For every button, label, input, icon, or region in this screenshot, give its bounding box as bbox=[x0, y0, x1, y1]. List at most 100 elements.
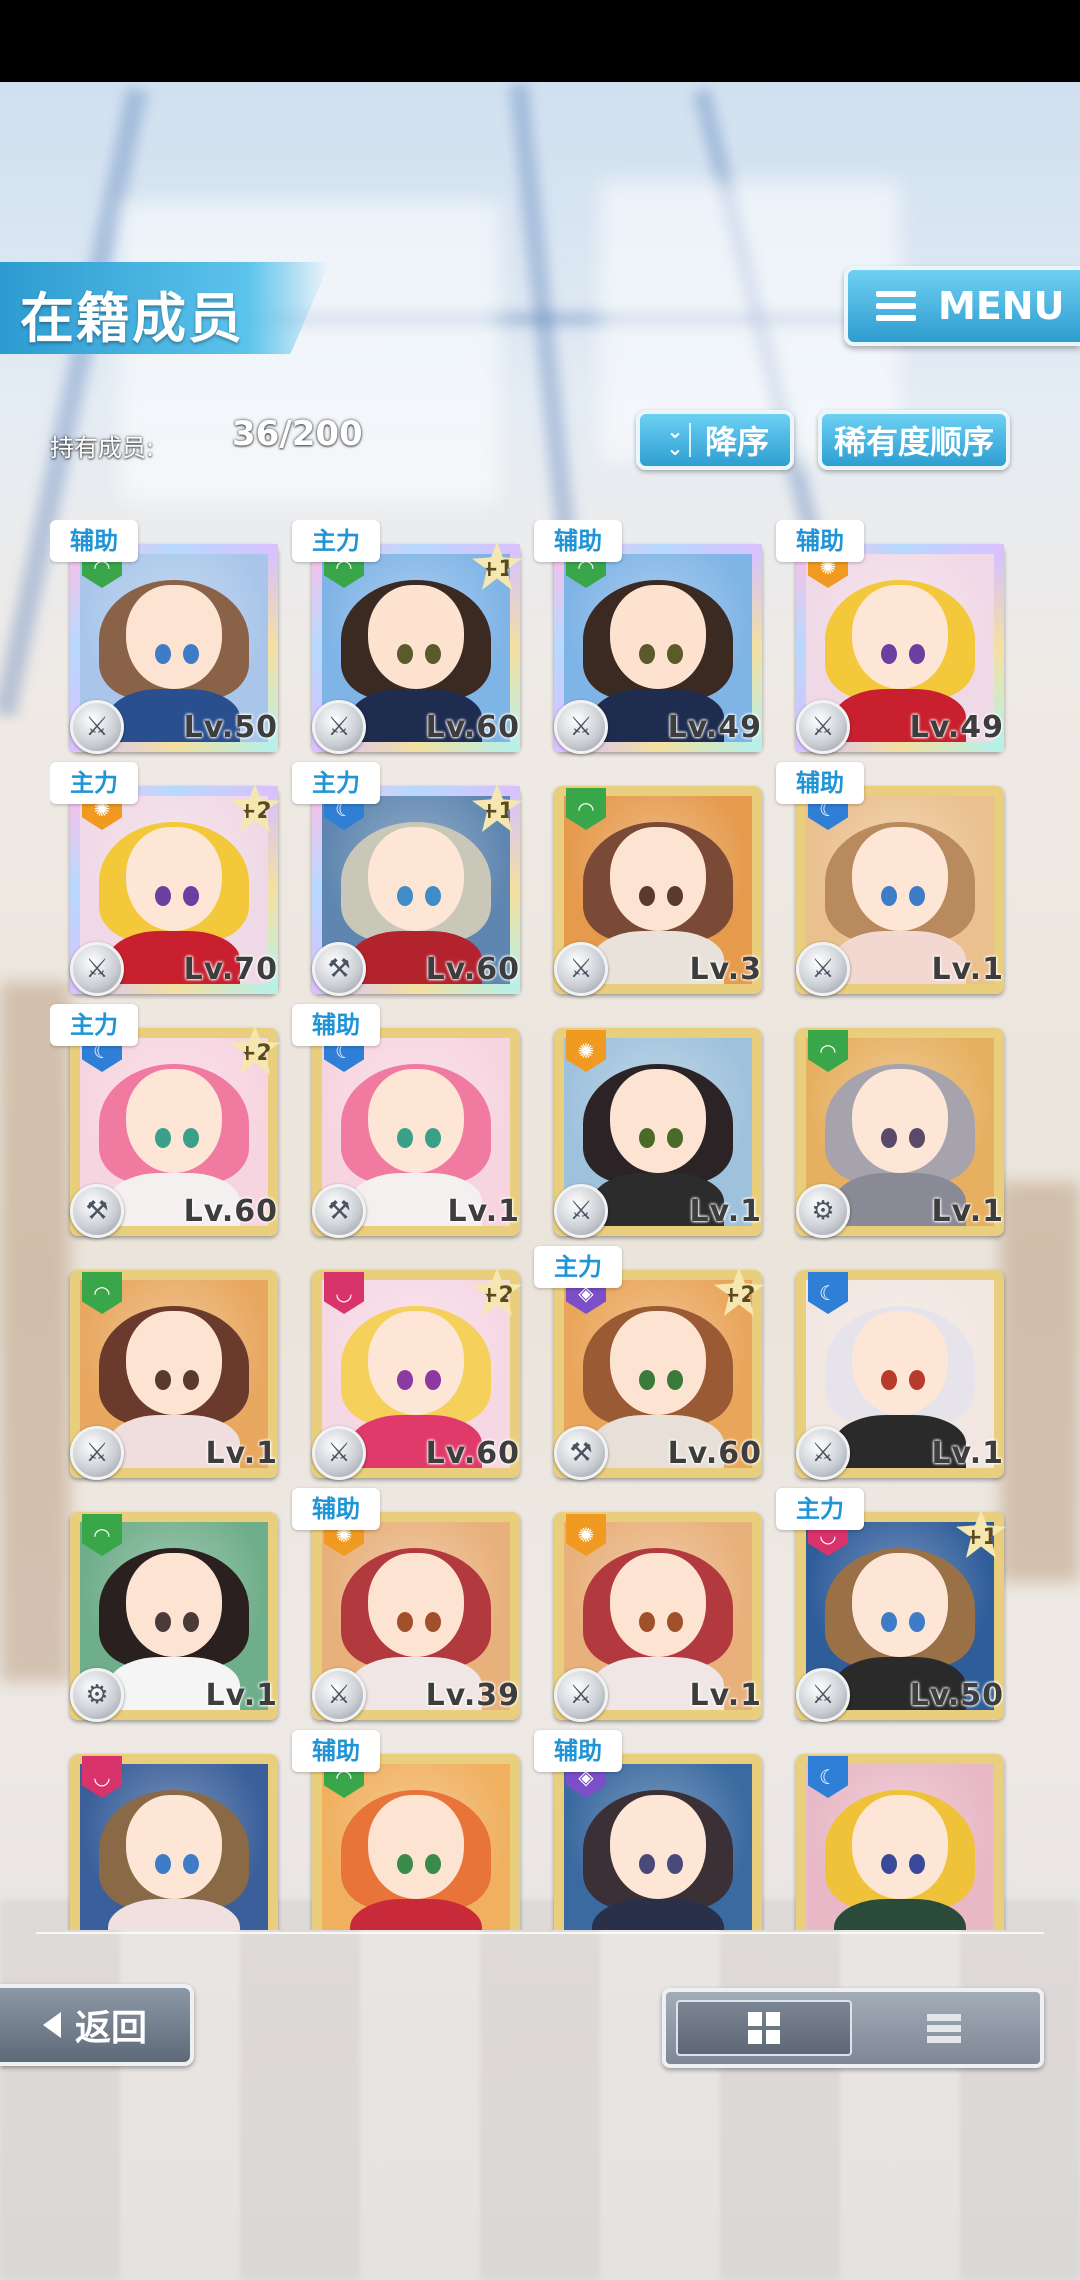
sword-icon: ⚔ bbox=[312, 1668, 366, 1722]
sword-icon: ⚔ bbox=[70, 942, 124, 996]
portrait-face bbox=[368, 1794, 464, 1899]
level-label: Lv.1 bbox=[689, 1194, 762, 1229]
role-tag: 主力 bbox=[534, 1246, 622, 1288]
member-card[interactable]: ✺ 辅助 ⚔ Lv.49 bbox=[776, 520, 1010, 754]
role-tag: 主力 bbox=[50, 762, 138, 804]
portrait-face bbox=[126, 1068, 222, 1173]
list-view-button[interactable] bbox=[858, 2000, 1030, 2056]
member-card[interactable]: ◠ ⚙ Lv.1 bbox=[776, 1004, 1010, 1238]
level-label: Lv.1 bbox=[931, 1436, 1004, 1471]
grid-view-button[interactable] bbox=[676, 2000, 852, 2056]
level-label: Lv.60 bbox=[425, 952, 520, 987]
sword-icon: ⚔ bbox=[796, 942, 850, 996]
bg-floor bbox=[0, 1900, 1080, 2280]
member-card[interactable]: ◡ +2 ⚔ Lv.60 bbox=[292, 1246, 526, 1480]
member-card[interactable]: ✺ 主力 +2 ⚔ Lv.70 bbox=[50, 762, 284, 996]
back-label: 返回 bbox=[74, 2008, 147, 2049]
role-tag: 辅助 bbox=[292, 1730, 380, 1772]
portrait-face bbox=[852, 1310, 948, 1415]
sword-icon: ⚔ bbox=[70, 700, 124, 754]
member-card[interactable]: ◠ 辅助 ⚔ Lv.50 bbox=[50, 520, 284, 754]
member-card[interactable]: ✺ ⚔ Lv.1 bbox=[534, 1004, 768, 1238]
sword-icon: ⚔ bbox=[70, 1426, 124, 1480]
portrait-face bbox=[368, 1310, 464, 1415]
member-card[interactable]: ☾ bbox=[776, 1730, 1010, 1930]
level-label: Lv.1 bbox=[931, 1194, 1004, 1229]
level-label: Lv.49 bbox=[909, 710, 1004, 745]
role-tag: 辅助 bbox=[776, 520, 864, 562]
page-title: 在籍成员 bbox=[20, 287, 244, 350]
member-card[interactable]: ☾ 辅助 ⚒ Lv.1 bbox=[292, 1004, 526, 1238]
member-card[interactable]: ✺ ⚔ Lv.1 bbox=[534, 1488, 768, 1722]
portrait-face bbox=[852, 1552, 948, 1657]
sword-icon: ⚔ bbox=[554, 700, 608, 754]
sword-icon: ⚔ bbox=[554, 1668, 608, 1722]
hammer-icon: ⚒ bbox=[70, 1184, 124, 1238]
portrait-face bbox=[852, 1794, 948, 1899]
divider bbox=[36, 1932, 1044, 1934]
member-card[interactable]: ◈ 辅助 bbox=[534, 1730, 768, 1930]
sword-icon: ⚔ bbox=[312, 1426, 366, 1480]
level-label: Lv.60 bbox=[667, 1436, 762, 1471]
member-count-label: 持有成员: bbox=[50, 434, 155, 462]
level-label: Lv.60 bbox=[425, 1436, 520, 1471]
menu-button[interactable]: MENU bbox=[844, 266, 1080, 346]
portrait-face bbox=[610, 1310, 706, 1415]
gear-icon: ⚙ bbox=[70, 1668, 124, 1722]
level-label: Lv.60 bbox=[425, 710, 520, 745]
grid-icon bbox=[748, 2012, 780, 2044]
member-card[interactable]: ☾ 辅助 ⚔ Lv.1 bbox=[776, 762, 1010, 996]
member-card[interactable]: ✺ 辅助 ⚔ Lv.39 bbox=[292, 1488, 526, 1722]
member-card[interactable]: ◈ 主力 +2 ⚒ Lv.60 bbox=[534, 1246, 768, 1480]
sort-order-button[interactable]: ⌄ ⌄ 降序 bbox=[636, 410, 794, 470]
portrait-face bbox=[368, 584, 464, 689]
role-tag: 辅助 bbox=[292, 1488, 380, 1530]
member-card[interactable]: ☾ 主力 +1 ⚒ Lv.60 bbox=[292, 762, 526, 996]
sword-icon: ⚔ bbox=[796, 1426, 850, 1480]
member-card[interactable]: ◠ 辅助 bbox=[292, 1730, 526, 1930]
sword-icon: ⚔ bbox=[796, 700, 850, 754]
role-tag: 主力 bbox=[776, 1488, 864, 1530]
level-label: Lv.1 bbox=[205, 1678, 278, 1713]
sword-icon: ⚔ bbox=[554, 1184, 608, 1238]
member-card[interactable]: ◡ bbox=[50, 1730, 284, 1930]
menu-label: MENU bbox=[938, 284, 1065, 328]
member-card[interactable]: ◡ 主力 +1 ⚔ Lv.50 bbox=[776, 1488, 1010, 1722]
member-card[interactable]: ◠ 主力 +1 ⚔ Lv.60 bbox=[292, 520, 526, 754]
member-card[interactable]: ☾ 主力 +2 ⚒ Lv.60 bbox=[50, 1004, 284, 1238]
portrait-face bbox=[852, 1068, 948, 1173]
level-label: Lv.3 bbox=[689, 952, 762, 987]
member-card[interactable]: ☾ ⚔ Lv.1 bbox=[776, 1246, 1010, 1480]
role-tag: 主力 bbox=[292, 520, 380, 562]
portrait-face bbox=[368, 826, 464, 931]
member-card[interactable]: ◠ ⚔ Lv.1 bbox=[50, 1246, 284, 1480]
back-button[interactable]: 返回 bbox=[0, 1984, 194, 2066]
sort-order-label: 降序 bbox=[704, 423, 769, 461]
level-label: Lv.50 bbox=[909, 1678, 1004, 1713]
role-tag: 辅助 bbox=[534, 1730, 622, 1772]
hammer-icon: ⚒ bbox=[312, 942, 366, 996]
sort-type-button[interactable]: 稀有度顺序 bbox=[818, 410, 1010, 470]
portrait-face bbox=[368, 1552, 464, 1657]
portrait-face bbox=[368, 1068, 464, 1173]
role-tag: 辅助 bbox=[50, 520, 138, 562]
sword-icon: ⚔ bbox=[554, 942, 608, 996]
member-card[interactable]: ◠ ⚔ Lv.3 bbox=[534, 762, 768, 996]
member-grid: ◠ 辅助 ⚔ Lv.50 ◠ 主力 +1 ⚔ Lv.60 ◠ 辅助 ⚔ Lv.49 ✺ 辅助 ⚔ Lv.49 ✺ 主… bbox=[50, 520, 1020, 1930]
back-arrow-icon bbox=[42, 2012, 61, 2038]
role-tag: 主力 bbox=[50, 1004, 138, 1046]
portrait-face bbox=[610, 584, 706, 689]
member-count-value: 36/200 bbox=[232, 414, 363, 454]
portrait-face bbox=[126, 584, 222, 689]
portrait-face bbox=[126, 1310, 222, 1415]
sword-icon: ⚔ bbox=[312, 700, 366, 754]
double-chevron-down-icon: ⌄ ⌄ bbox=[661, 421, 691, 458]
level-label: Lv.50 bbox=[183, 710, 278, 745]
member-card[interactable]: ◠ 辅助 ⚔ Lv.49 bbox=[534, 520, 768, 754]
level-label: Lv.1 bbox=[447, 1194, 520, 1229]
level-label: Lv.1 bbox=[205, 1436, 278, 1471]
member-card[interactable]: ◠ ⚙ Lv.1 bbox=[50, 1488, 284, 1722]
portrait-face bbox=[610, 1068, 706, 1173]
role-tag: 辅助 bbox=[776, 762, 864, 804]
level-label: Lv.70 bbox=[183, 952, 278, 987]
